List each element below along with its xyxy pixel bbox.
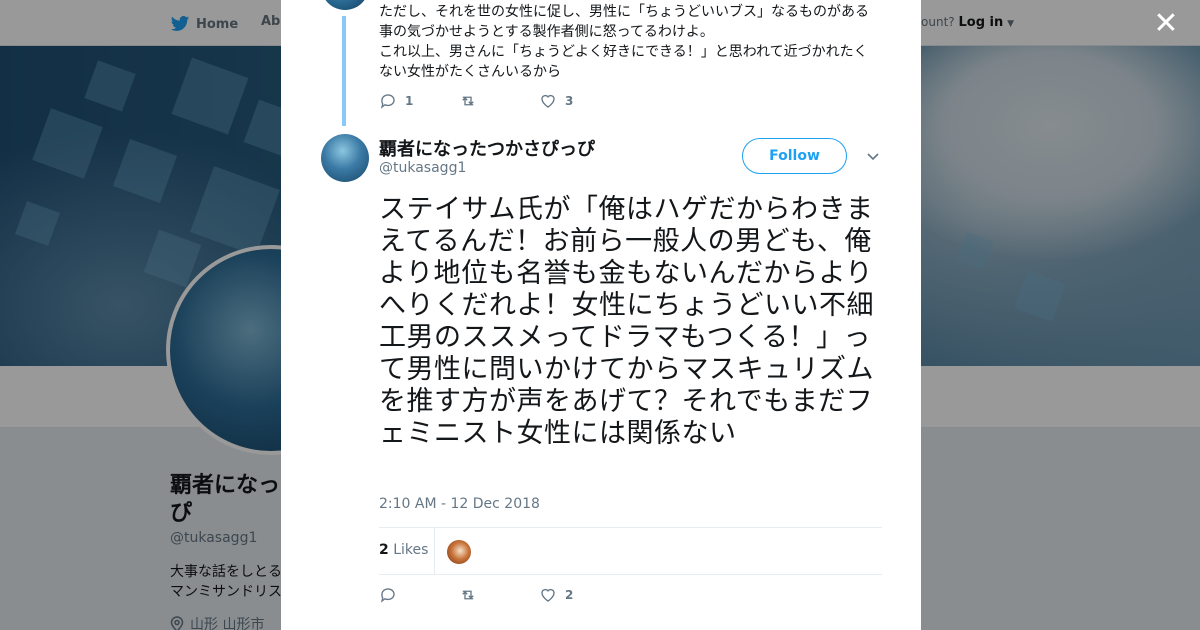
like-button[interactable]: 2 [539,586,619,604]
prev-tweet-line: ない女性がたくさんいるから [379,64,561,80]
prev-tweet-line: ただし、それを世の女性に促し、男性に「ちょうどいいブス」なるものがある [379,4,869,20]
tweet-author-avatar[interactable] [321,134,369,182]
like-button[interactable]: 3 [539,92,619,110]
likes-summary[interactable]: 2 Likes [379,542,428,558]
tweet-author-name[interactable]: 覇者になったつかさぴっぴ [379,135,595,161]
retweet-icon [462,96,474,106]
likes-row: 2 Likes [379,527,882,575]
reply-count: 1 [405,94,414,108]
tweet-modal: ただし、それを世の女性に促し、男性に「ちょうどいいブス」なるものがある 事の気づ… [281,0,921,630]
follow-button[interactable]: Follow [742,138,847,174]
likes-label: Likes [393,542,429,558]
tweet-author-handle[interactable]: @tukasagg1 [379,160,466,176]
retweet-button[interactable] [459,92,539,110]
prev-tweet-line: 事の気づかせようとする製作者側に怒ってるわけよ。 [379,24,714,40]
prev-tweet-line: これ以上、男さんに「ちょうどよく好きにできる！」と思われて近づかれたく [379,44,868,60]
prev-tweet-avatar[interactable] [321,0,369,10]
heart-icon [541,588,555,602]
prev-tweet-actions: 1 3 [379,92,619,110]
likes-number: 2 [379,542,389,558]
likes-divider [434,528,435,575]
retweet-button[interactable] [459,586,539,604]
chevron-down-icon[interactable] [865,148,881,164]
prev-tweet-text: ただし、それを世の女性に促し、男性に「ちょうどいいブス」なるものがある 事の気づ… [379,2,889,82]
close-icon[interactable]: ✕ [1153,9,1179,39]
reply-button[interactable]: 1 [379,92,459,110]
reply-button[interactable] [379,586,459,604]
reply-icon [380,588,395,603]
tweet-actions: 2 [379,586,619,604]
thread-line [342,16,346,126]
tweet-text: ステイサム氏が「俺はハゲだからわきまえてるんだ！お前ら一般人の男ども、俺より地位… [379,194,874,449]
reply-icon [380,94,395,109]
like-count: 2 [565,588,574,602]
retweet-icon [462,590,474,600]
like-count: 3 [565,94,574,108]
liker-avatar[interactable] [447,540,471,564]
heart-icon [541,94,555,108]
tweet-timestamp[interactable]: 2:10 AM - 12 Dec 2018 [379,496,540,512]
